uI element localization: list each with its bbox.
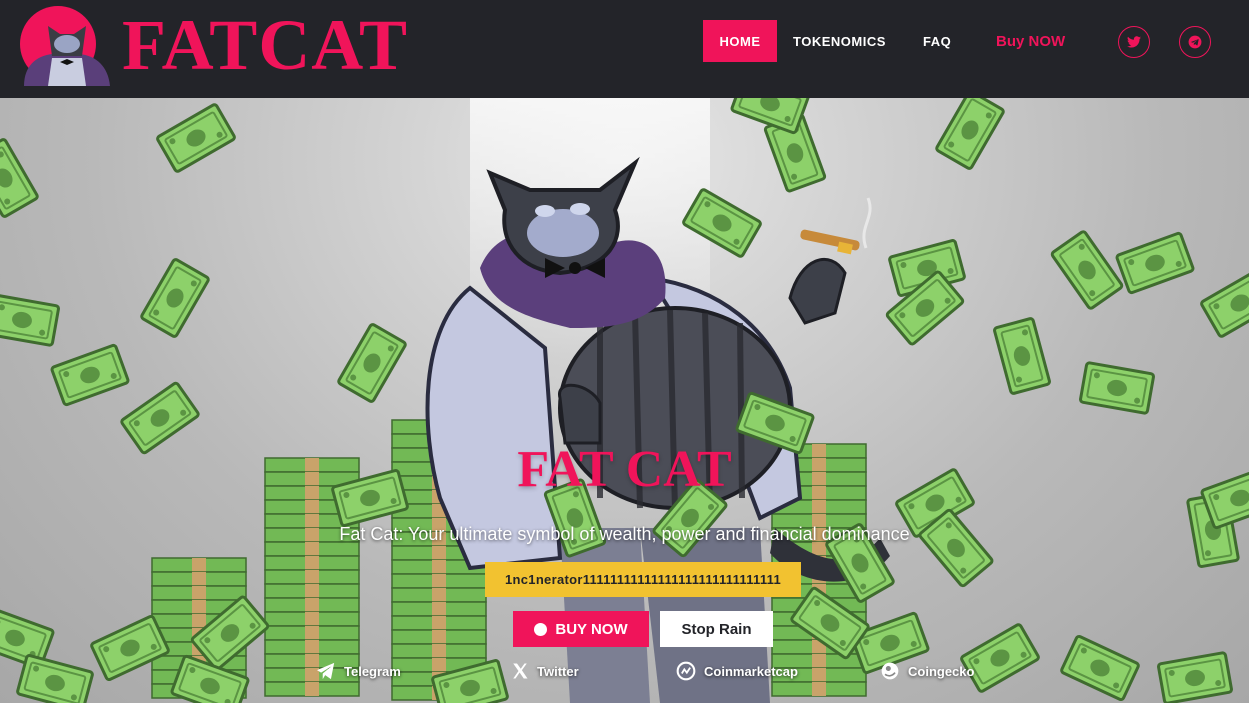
logo-cat-avatar[interactable] [18,4,116,86]
navbar: FATCAT HOME TOKENOMICS FAQ Buy NOW [0,0,1249,98]
hero-title: FAT CAT [517,441,732,498]
hero-subtitle: Fat Cat: Your ultimate symbol of wealth,… [339,524,910,544]
coingecko-icon [881,662,899,680]
twitter-label: Twitter [537,663,579,679]
telegram-icon [317,662,335,680]
nav-buy-now-button[interactable]: Buy NOW [996,20,1065,62]
coingecko-footer-link[interactable]: Coingecko [880,660,974,682]
nav-tokenomics[interactable]: TOKENOMICS [793,20,886,62]
telegram-icon [1188,35,1202,49]
buy-now-button[interactable]: BUY NOW [513,611,649,647]
coinmarketcap-footer-link[interactable]: Coinmarketcap [676,660,798,682]
telegram-label: Telegram [344,663,401,679]
logo-text[interactable]: FATCAT [122,4,408,86]
coingecko-label: Coingecko [908,663,975,679]
hero-section: FAT CAT Fat Cat: Your ultimate symbol of… [0,98,1249,703]
twitter-icon [1127,36,1141,48]
twitter-footer-link[interactable]: Twitter [511,660,579,682]
cat-logo-icon [24,26,110,86]
nav-faq[interactable]: FAQ [923,20,951,62]
contract-address[interactable]: 1nc1nerator11111111111111111111111111111 [485,562,801,597]
nav-home[interactable]: HOME [703,20,777,62]
telegram-link[interactable] [1179,26,1211,58]
coinmarketcap-label: Coinmarketcap [704,663,798,679]
buy-now-label: BUY NOW [555,620,628,638]
telegram-footer-link[interactable]: Telegram [316,660,401,682]
x-icon [513,663,528,679]
coinmarketcap-icon [676,661,696,681]
twitter-link[interactable] [1118,26,1150,58]
stop-rain-button[interactable]: Stop Rain [660,611,773,647]
circle-icon [534,622,548,636]
